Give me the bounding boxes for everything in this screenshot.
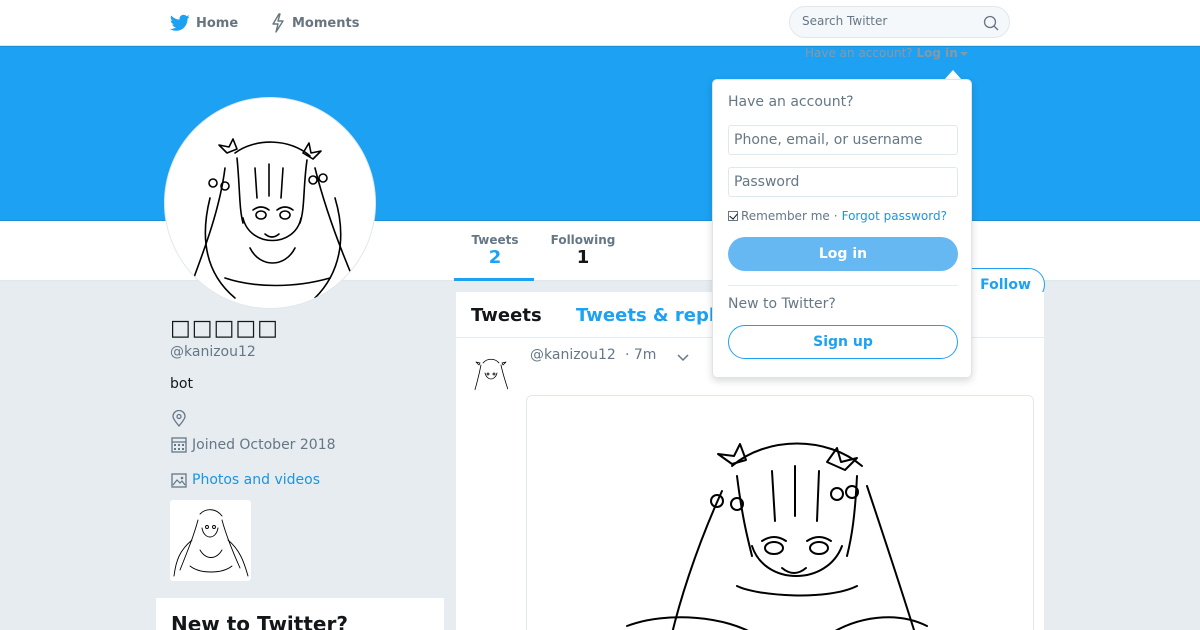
tweet-timestamp[interactable]: · 7m <box>625 347 656 363</box>
signup-button[interactable]: Sign up <box>728 325 958 359</box>
search-input[interactable] <box>802 14 972 28</box>
stat-tweets-value: 2 <box>488 247 502 268</box>
new-to-twitter-text: New to Twitter? <box>728 296 836 312</box>
profile-display-name: □□□□□ <box>170 316 279 341</box>
remember-row: Remember me · Forgot password? <box>728 209 947 223</box>
joined-text: Joined October 2018 <box>192 436 336 453</box>
new-to-twitter-title: New to Twitter? <box>171 612 348 630</box>
chevron-down-icon[interactable] <box>676 350 690 364</box>
photos-and-videos-link[interactable]: Photos and videos <box>171 472 320 488</box>
stat-tweets-label: Tweets <box>471 233 519 247</box>
remember-me-label[interactable]: Remember me <box>741 209 830 223</box>
tweet-author-handle[interactable]: @kanizou12 <box>530 347 616 363</box>
top-navigation-bar: Home Moments <box>0 0 1200 46</box>
login-dropdown: Have an account? Remember me · Forgot pa… <box>712 79 972 378</box>
separator-dot: · <box>833 209 838 223</box>
login-dropdown-toggle[interactable]: Log in <box>916 46 968 60</box>
tab-tweets-and-replies[interactable]: Tweets & repl <box>576 305 715 326</box>
login-dropdown-title: Have an account? <box>728 94 854 110</box>
calendar-icon <box>171 437 187 453</box>
tab-tweets[interactable]: Tweets <box>471 305 542 326</box>
profile-avatar[interactable] <box>164 97 376 309</box>
remember-me-checkbox[interactable] <box>728 211 738 221</box>
profile-joined: Joined October 2018 <box>171 436 336 453</box>
stat-tweets[interactable]: Tweets 2 <box>454 233 534 281</box>
image-icon <box>171 473 187 488</box>
caret-down-icon <box>959 52 968 56</box>
search-box <box>789 6 1010 38</box>
tweet-media-image[interactable] <box>526 395 1034 630</box>
media-thumbnail[interactable] <box>170 500 251 581</box>
have-account-prompt: Have an account? Log in <box>805 46 968 60</box>
login-button[interactable]: Log in <box>728 237 958 271</box>
forgot-password-link[interactable]: Forgot password? <box>842 209 947 223</box>
nav-home-label: Home <box>196 15 239 31</box>
profile-bio: bot <box>170 376 193 392</box>
nav-home[interactable]: Home <box>170 12 238 34</box>
nav-moments[interactable]: Moments <box>270 12 359 34</box>
login-link-label: Log in <box>916 46 958 60</box>
stat-following-value: 1 <box>576 247 590 268</box>
stat-following-label: Following <box>550 233 616 247</box>
lightning-icon <box>272 13 284 33</box>
photos-link-label: Photos and videos <box>192 472 321 488</box>
have-account-text: Have an account? <box>805 46 913 60</box>
profile-handle: @kanizou12 <box>170 344 256 360</box>
username-field[interactable] <box>728 125 958 155</box>
new-to-twitter-card: New to Twitter? <box>156 598 444 630</box>
tweet-avatar[interactable] <box>469 353 513 397</box>
password-field[interactable] <box>728 167 958 197</box>
search-icon[interactable] <box>983 15 999 31</box>
stat-following[interactable]: Following 1 <box>545 233 621 268</box>
nav-moments-label: Moments <box>292 15 360 31</box>
location-icon <box>172 410 186 428</box>
twitter-bird-icon <box>170 14 190 31</box>
dropdown-divider <box>728 285 958 286</box>
